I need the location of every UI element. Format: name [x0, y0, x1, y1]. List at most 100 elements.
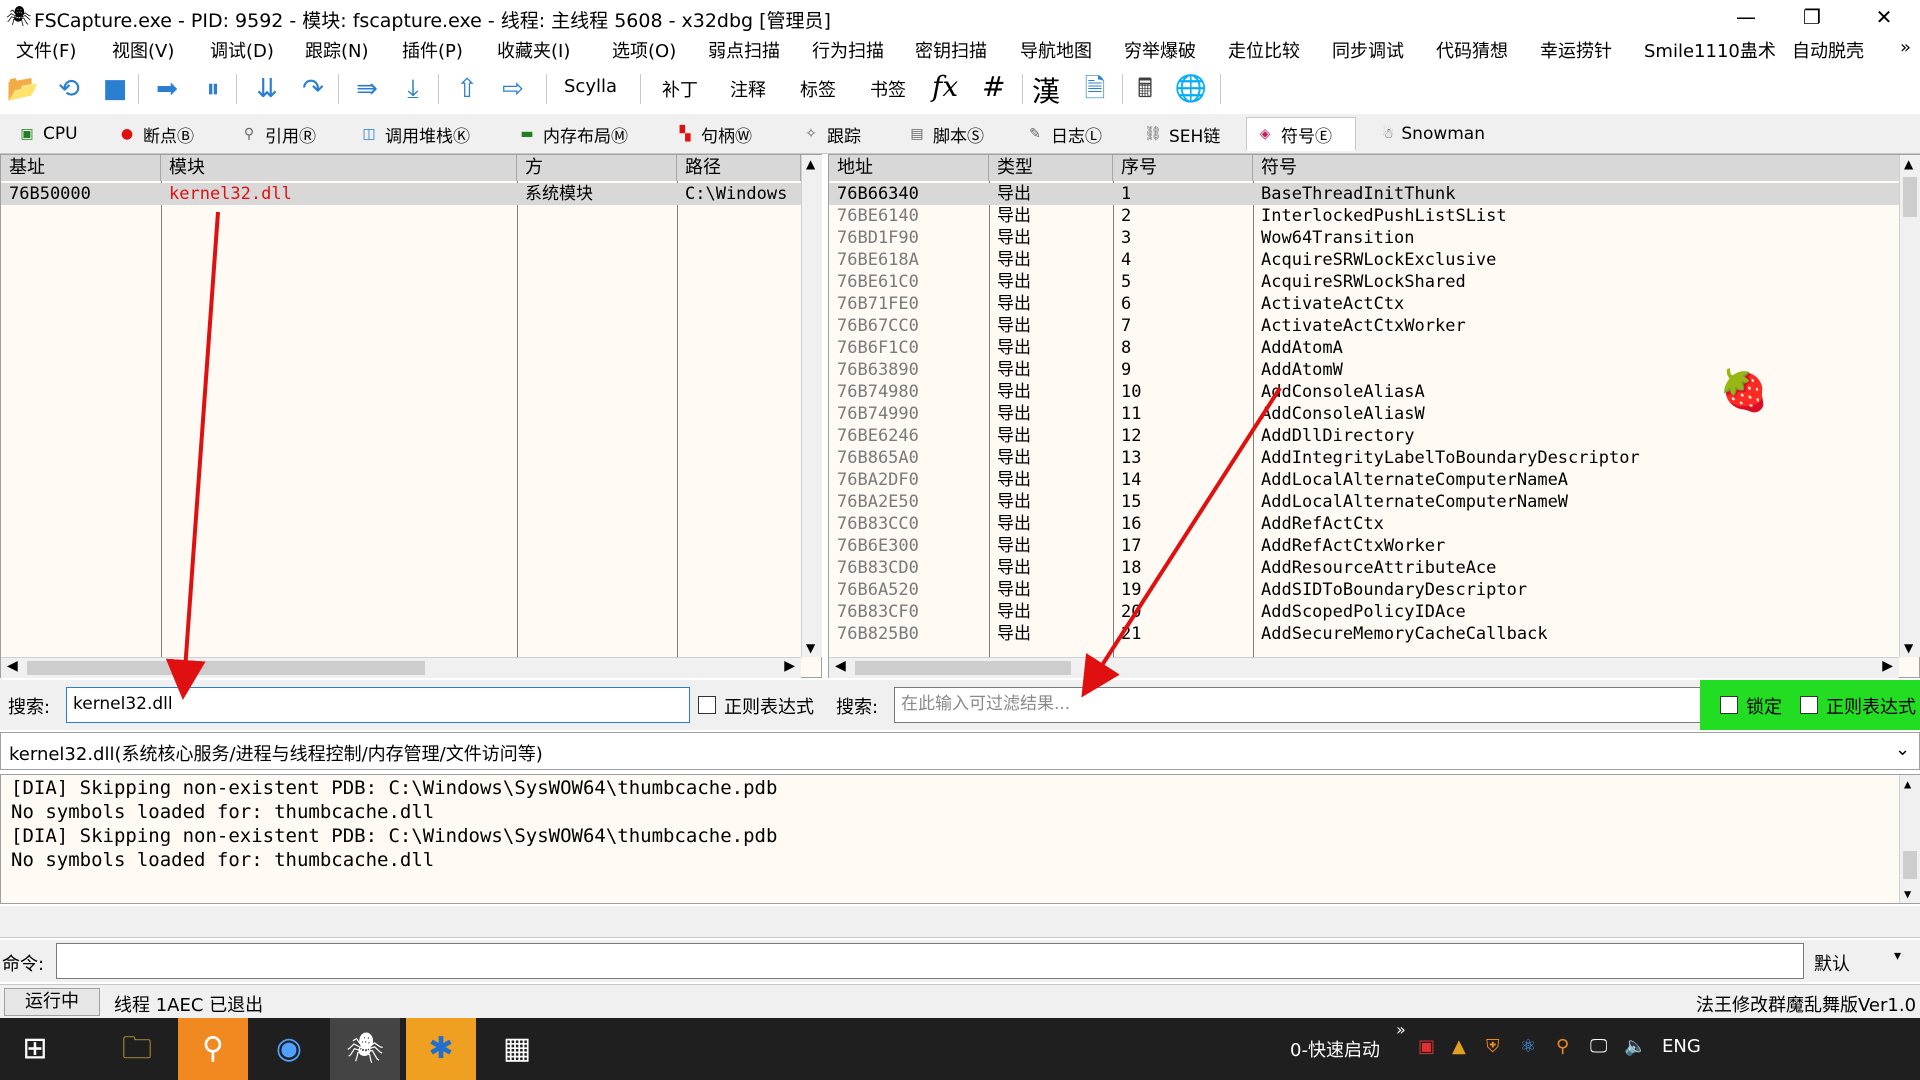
menu-debug[interactable]: 调试(D): [210, 37, 274, 63]
grid-app-icon[interactable]: ▦: [482, 1018, 552, 1080]
function-button[interactable]: fx: [932, 70, 958, 103]
symbol-scrollbar-horizontal[interactable]: ◀ ▶: [829, 657, 1899, 678]
search-tool-icon[interactable]: ⚲: [178, 1018, 248, 1080]
col-header-path[interactable]: 路径: [677, 155, 801, 181]
table-row[interactable]: 76B83CF0 导出 20 AddScopedPolicyIDAce: [829, 601, 1899, 623]
menu-brute-force[interactable]: 穷举爆破: [1124, 37, 1196, 63]
tray-app-icon[interactable]: ▣: [1418, 1036, 1435, 1057]
menu-code-guess[interactable]: 代码猜想: [1436, 37, 1508, 63]
chevron-up-icon[interactable]: ▲: [1904, 777, 1911, 791]
menu-view[interactable]: 视图(V): [112, 37, 174, 63]
tab-trace[interactable]: ✧ 跟踪: [792, 117, 882, 151]
chevron-left-icon[interactable]: ◀: [835, 658, 846, 674]
table-row[interactable]: 76B50000 kernel32.dll 系统模块 C:\Windows: [1, 183, 801, 205]
table-row[interactable]: 76B865A0 导出 13 AddIntegrityLabelToBoundaryD…: [829, 447, 1899, 469]
lock-checkbox[interactable]: [1720, 696, 1738, 714]
tab-symbols[interactable]: ◈ 符号Ⓔ: [1246, 117, 1356, 151]
patch-button[interactable]: 补丁: [662, 76, 698, 102]
execute-till-return-icon[interactable]: ⇧: [450, 72, 484, 106]
maximize-button[interactable]: ❐: [1782, 0, 1842, 34]
tab-references[interactable]: ⚲ 引用Ⓡ: [230, 117, 330, 151]
symbol-search-input[interactable]: 在此输入可过滤结果...: [894, 687, 1702, 723]
command-mode-select[interactable]: 默认: [1814, 950, 1850, 976]
regex-checkbox-right[interactable]: [1800, 696, 1818, 714]
tab-memory-map[interactable]: ▬ 内存布局Ⓜ: [508, 117, 646, 151]
menu-options[interactable]: 选项(O): [612, 37, 676, 63]
menu-nav-map[interactable]: 导航地图: [1020, 37, 1092, 63]
tab-script[interactable]: ▤ 脚本Ⓢ: [898, 117, 998, 151]
chevron-left-icon[interactable]: ◀: [7, 658, 18, 674]
menu-weak-scan[interactable]: 弱点扫描: [708, 37, 780, 63]
tray-chevron[interactable]: »: [1396, 1020, 1406, 1039]
tray-network-icon[interactable]: ⚛: [1520, 1036, 1536, 1057]
calculator-icon[interactable]: 🖩: [1128, 72, 1162, 106]
table-row[interactable]: 76BD1F90 导出 3 Wow64Transition: [829, 227, 1899, 249]
tray-monitor-icon[interactable]: 🖵: [1590, 1036, 1607, 1057]
table-row[interactable]: 76B83CC0 导出 16 AddRefActCtx: [829, 513, 1899, 535]
step-over-icon[interactable]: ↷: [296, 72, 330, 106]
menu-trace[interactable]: 跟踪(N): [305, 37, 369, 63]
scroll-thumb[interactable]: [1903, 851, 1917, 879]
menu-key-scan[interactable]: 密钥扫描: [915, 37, 987, 63]
chevron-right-icon[interactable]: ▶: [784, 658, 795, 674]
table-row[interactable]: 76BA2DF0 导出 14 AddLocalAlternateComputerNam…: [829, 469, 1899, 491]
menu-file[interactable]: 文件(F): [16, 37, 76, 63]
col-header-module[interactable]: 模块: [161, 155, 517, 181]
tab-breakpoints[interactable]: ● 断点Ⓑ: [108, 117, 208, 151]
capture-app-icon[interactable]: ✱: [406, 1018, 476, 1080]
col-header-ordinal[interactable]: 序号: [1113, 155, 1253, 181]
browser-icon[interactable]: ◉: [254, 1018, 324, 1080]
table-row[interactable]: 76BE61C0 导出 5 AcquireSRWLockShared: [829, 271, 1899, 293]
globe-icon[interactable]: 🌐: [1174, 72, 1208, 106]
tray-search-icon[interactable]: ⚲: [1556, 1036, 1569, 1057]
scroll-thumb[interactable]: [27, 661, 425, 675]
col-header-base[interactable]: 基址: [1, 155, 161, 181]
menu-lucky[interactable]: 幸运捞针: [1540, 37, 1612, 63]
debugger-bug-icon[interactable]: 🕷: [330, 1018, 400, 1080]
col-header-address[interactable]: 地址: [829, 155, 989, 181]
module-scrollbar-vertical[interactable]: ▲ ▼: [801, 155, 822, 657]
menu-auto-unpack[interactable]: 自动脱壳: [1792, 37, 1864, 63]
module-info-dropdown[interactable]: kernel32.dll(系统核心服务/进程与线程控制/内存管理/文件访问等) …: [0, 732, 1920, 770]
scroll-thumb[interactable]: [855, 661, 1071, 675]
table-row[interactable]: 76B6F1C0 导出 8 AddAtomA: [829, 337, 1899, 359]
table-row[interactable]: 76B825B0 导出 21 AddSecureMemoryCacheCallback: [829, 623, 1899, 645]
table-row[interactable]: 76B67CC0 导出 7 ActivateActCtxWorker: [829, 315, 1899, 337]
col-header-type[interactable]: 类型: [989, 155, 1113, 181]
tab-seh[interactable]: ⛓ SEH链: [1134, 117, 1236, 151]
comment-button[interactable]: 注释: [730, 76, 766, 102]
trace-into-icon[interactable]: ⇛: [350, 72, 384, 106]
volume-icon[interactable]: 🔈: [1624, 1036, 1646, 1057]
tab-handles[interactable]: ▚ 句柄Ⓦ: [666, 117, 776, 151]
tab-cpu[interactable]: ▣ CPU: [8, 117, 90, 151]
bookmark-button[interactable]: 书签: [870, 76, 906, 102]
tab-callstack[interactable]: ◫ 调用堆栈Ⓚ: [350, 117, 488, 151]
chevron-up-icon[interactable]: ▲: [806, 157, 815, 171]
scylla-button[interactable]: Scylla: [564, 76, 617, 97]
hash-button[interactable]: #: [982, 70, 1005, 103]
table-row[interactable]: 76BE6140 导出 2 InterlockedPushListSList: [829, 205, 1899, 227]
scroll-thumb[interactable]: [1903, 177, 1917, 217]
menu-behavior-scan[interactable]: 行为扫描: [812, 37, 884, 63]
menu-favorites[interactable]: 收藏夹(I): [497, 37, 570, 63]
language-indicator[interactable]: ENG: [1662, 1036, 1701, 1057]
tab-log[interactable]: ✎ 日志Ⓛ: [1016, 117, 1116, 151]
table-row[interactable]: 76B66340 导出 1 BaseThreadInitThunk: [829, 183, 1899, 205]
table-row[interactable]: 76BA2E50 导出 15 AddLocalAlternateComputerNam…: [829, 491, 1899, 513]
table-row[interactable]: 76B6E300 导出 17 AddRefActCtxWorker: [829, 535, 1899, 557]
log-scrollbar[interactable]: ▲ ▼: [1899, 775, 1920, 903]
table-row[interactable]: 76B71FE0 导出 6 ActivateActCtx: [829, 293, 1899, 315]
chevron-right-icon[interactable]: ▶: [1882, 658, 1893, 674]
symbol-scrollbar-vertical[interactable]: ▲ ▼: [1899, 155, 1920, 657]
run-icon[interactable]: ➡: [150, 72, 184, 106]
chevron-down-icon[interactable]: ▼: [806, 641, 815, 655]
regex-checkbox-left[interactable]: [698, 696, 716, 714]
col-header-type[interactable]: 方: [517, 155, 677, 181]
table-row[interactable]: 76BE6246 导出 12 AddDllDirectory: [829, 425, 1899, 447]
document-icon[interactable]: 🗎: [1078, 72, 1112, 106]
command-input[interactable]: [56, 943, 1804, 979]
quick-launch-label[interactable]: 0-快速启动: [1290, 1036, 1380, 1062]
chevron-down-icon[interactable]: ▾: [1894, 948, 1901, 964]
menu-plugins[interactable]: 插件(P): [402, 37, 463, 63]
module-search-input[interactable]: kernel32.dll: [66, 687, 690, 723]
